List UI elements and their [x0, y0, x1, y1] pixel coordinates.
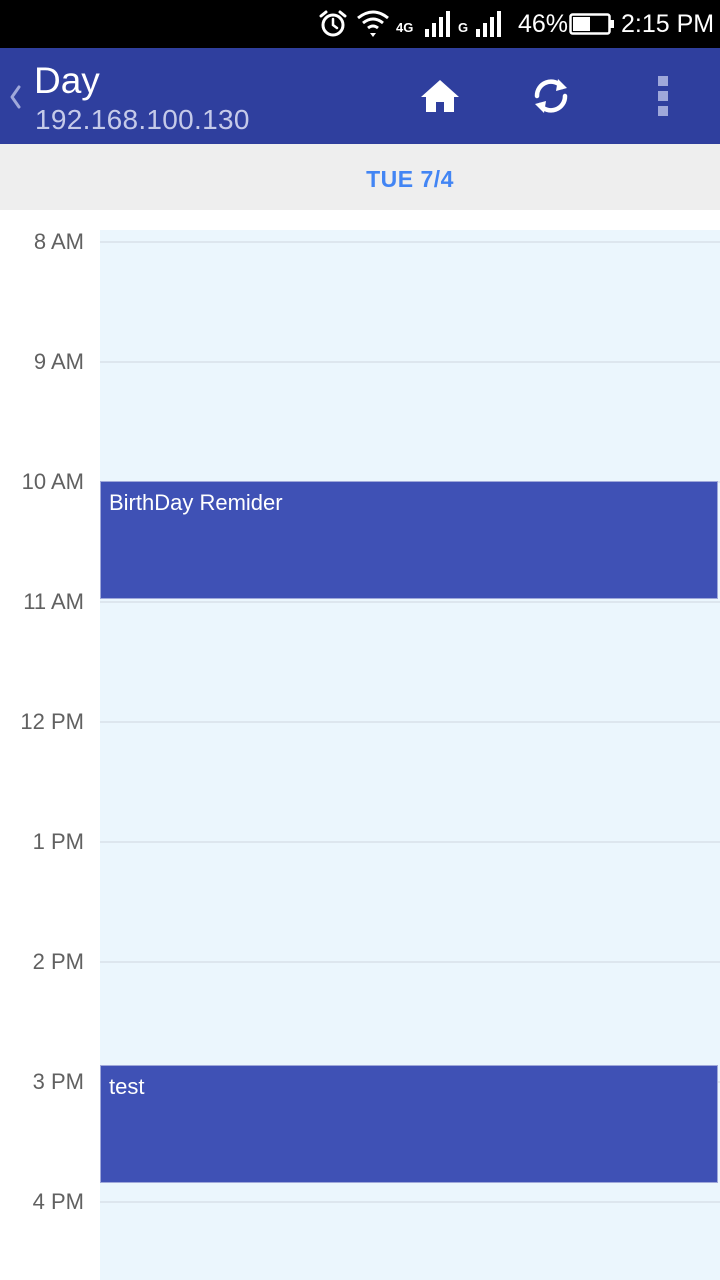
hour-line: [100, 241, 720, 243]
signal-icon: [474, 0, 504, 48]
sync-button[interactable]: [515, 48, 587, 144]
battery-icon: [569, 0, 615, 48]
event-title: BirthDay Remider: [109, 490, 283, 515]
hour-label: 2 PM: [32, 949, 84, 974]
overflow-menu-icon: [658, 76, 668, 116]
day-grid: 8 AM 9 AM 10 AM 11 AM 12 PM 1 PM 2 PM 3 …: [0, 210, 720, 1280]
date-label[interactable]: TUE 7/4: [0, 144, 720, 210]
alarm-icon: [318, 0, 348, 48]
hour-line: [100, 721, 720, 723]
hour-label: 9 AM: [33, 349, 84, 374]
home-icon: [421, 80, 459, 112]
date-header: TUE 7/4: [0, 144, 720, 210]
app-bar: Day 192.168.100.130: [0, 48, 720, 144]
home-button[interactable]: [404, 48, 476, 144]
network-type-label-2: G: [458, 19, 469, 35]
hour-label: 3 PM: [32, 1069, 84, 1094]
status-bar: 4G G 46% 2:15 PM: [0, 0, 720, 48]
hour-label: 12 PM: [20, 709, 84, 734]
sync-icon: [534, 79, 568, 113]
network-type-label: 4G: [396, 19, 414, 35]
hour-line: [100, 361, 720, 363]
event-test[interactable]: test: [100, 1065, 718, 1183]
back-chevron-icon[interactable]: [4, 80, 26, 114]
hour-line: [100, 1201, 720, 1203]
hour-label: 11 AM: [23, 589, 84, 614]
overflow-menu-button[interactable]: [627, 48, 699, 144]
event-birthday-remider[interactable]: BirthDay Remider: [100, 481, 718, 599]
hour-label: 10 AM: [21, 469, 84, 494]
hour-line: [100, 601, 720, 603]
clock: 2:15 PM: [621, 9, 715, 38]
signal-icon: [423, 0, 453, 48]
page-title: Day: [34, 60, 100, 101]
hour-label: 1 PM: [32, 829, 84, 854]
event-title: test: [109, 1074, 145, 1099]
hour-line: [100, 961, 720, 963]
hour-label: 8 AM: [33, 229, 84, 254]
battery-percent: 46%: [518, 9, 569, 38]
wifi-icon: [356, 0, 390, 48]
hour-label: 4 PM: [32, 1189, 84, 1214]
page-subtitle: 192.168.100.130: [35, 104, 250, 135]
hour-line: [100, 841, 720, 843]
